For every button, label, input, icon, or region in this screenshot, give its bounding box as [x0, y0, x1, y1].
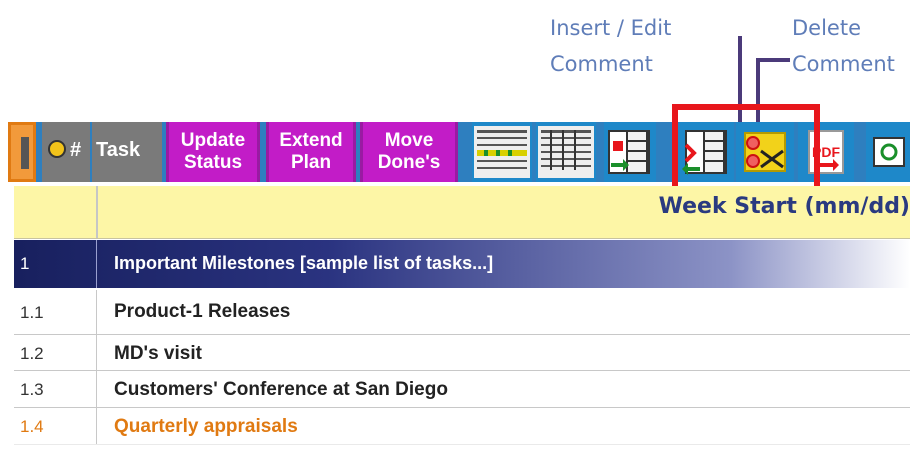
hash-label: #	[70, 139, 82, 161]
insert-callout-line2: Comment	[550, 52, 653, 76]
camera-icon[interactable]	[866, 122, 910, 182]
insert-edit-comment-callout: Insert / Edit Comment	[550, 10, 671, 82]
task-name: Quarterly appraisals	[114, 416, 298, 437]
row-divider	[96, 335, 97, 370]
calendar-expand-icon[interactable]	[472, 122, 532, 182]
table-row[interactable]: 1.4 Quarterly appraisals	[14, 408, 910, 445]
update-status-line2: Status	[183, 152, 243, 173]
comment-buttons-highlight	[672, 104, 820, 194]
task-name: Customers' Conference at San Diego	[114, 379, 448, 400]
extend-plan-line1: Extend	[279, 130, 343, 151]
task-label: Task	[96, 139, 141, 161]
row-divider	[96, 240, 97, 288]
update-status-line1: Update	[180, 130, 246, 151]
extend-plan-line2: Plan	[290, 152, 332, 173]
week-start-label: Week Start (mm/dd)	[658, 194, 910, 219]
task-label-cell: Task	[92, 122, 162, 182]
update-status-button[interactable]: Update Status	[166, 122, 260, 182]
row-divider	[96, 371, 97, 407]
delete-callout-pointer-horizontal	[756, 58, 790, 62]
column-divider	[96, 186, 98, 238]
row-number: 1	[20, 254, 30, 273]
task-name: Product-1 Releases	[114, 301, 291, 322]
delete-comment-callout: Delete Comment	[792, 10, 895, 82]
table-row[interactable]: 1.3 Customers' Conference at San Diego	[14, 371, 910, 408]
delete-callout-line2: Comment	[792, 52, 895, 76]
table-row[interactable]: 1.2 MD's visit	[14, 335, 910, 371]
row-number: 1.1	[20, 303, 44, 322]
orange-handle[interactable]	[8, 122, 36, 182]
row-number: 1.3	[20, 380, 44, 399]
week-start-header: Week Start (mm/dd)	[14, 186, 910, 239]
section-title: Important Milestones [sample list of tas…	[114, 253, 494, 273]
table-row-section[interactable]: 1 Important Milestones [sample list of t…	[14, 240, 910, 288]
insert-callout-line1: Insert / Edit	[550, 16, 672, 40]
row-divider	[96, 290, 97, 334]
table-row[interactable]: 1.1 Product-1 Releases	[14, 290, 910, 335]
row-fade-overlay	[0, 444, 910, 457]
toolbar-grey-block: #	[42, 122, 90, 182]
insert-column-icon[interactable]	[604, 122, 656, 182]
move-dones-line1: Move	[384, 130, 434, 151]
clock-icon[interactable]	[48, 140, 66, 158]
row-number: 1.4	[20, 417, 44, 436]
move-dones-button[interactable]: Move Done's	[360, 122, 458, 182]
calendar-grid-icon[interactable]	[536, 122, 596, 182]
row-divider	[96, 408, 97, 444]
move-dones-line2: Done's	[377, 152, 441, 173]
delete-callout-line1: Delete	[792, 16, 861, 40]
row-number: 1.2	[20, 344, 44, 363]
task-name: MD's visit	[114, 343, 202, 364]
extend-plan-button[interactable]: Extend Plan	[266, 122, 356, 182]
